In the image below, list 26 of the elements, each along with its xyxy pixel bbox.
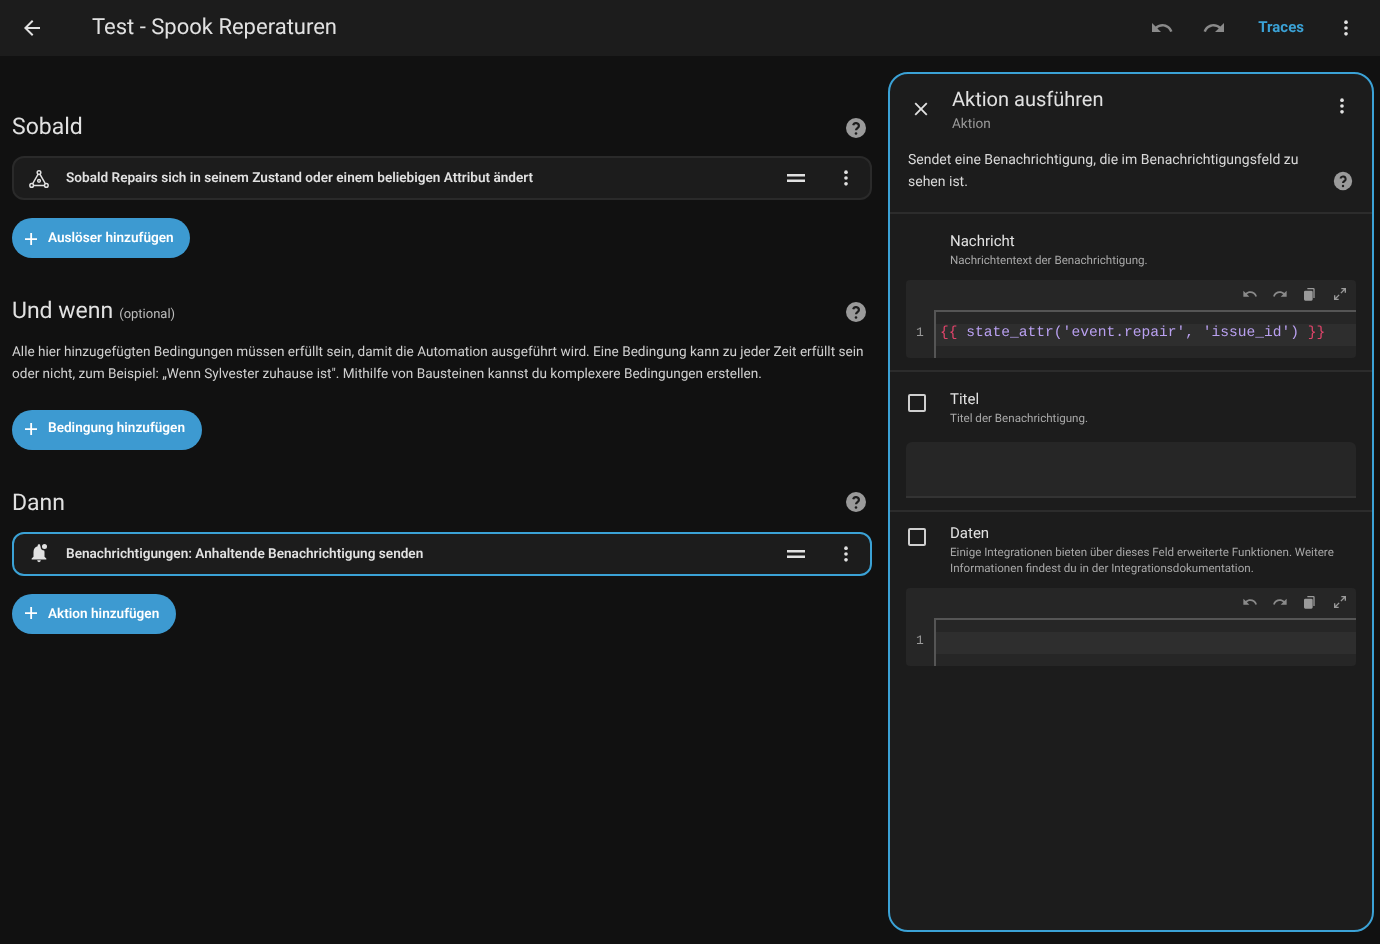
- copy-icon[interactable]: [1302, 286, 1318, 303]
- fullscreen-icon[interactable]: [1332, 594, 1348, 611]
- section-title: Dann: [12, 485, 66, 519]
- plus-icon: [22, 229, 40, 248]
- help-icon[interactable]: [844, 490, 868, 515]
- redo-icon[interactable]: [1272, 286, 1288, 303]
- help-icon[interactable]: [844, 299, 868, 324]
- back-icon[interactable]: [20, 16, 44, 40]
- page-title: Test - Spook Reperaturen: [92, 11, 340, 44]
- help-icon[interactable]: [1332, 170, 1354, 193]
- redo-icon[interactable]: [1272, 594, 1288, 611]
- copy-icon[interactable]: [1302, 594, 1318, 611]
- fullscreen-icon[interactable]: [1332, 286, 1348, 303]
- checkbox[interactable]: [908, 528, 926, 547]
- close-icon[interactable]: [910, 98, 932, 120]
- graph-icon: [28, 167, 50, 190]
- help-icon[interactable]: [844, 115, 868, 140]
- section-title: Sobald: [12, 110, 83, 144]
- checkbox[interactable]: [908, 394, 926, 413]
- plus-icon: [22, 604, 40, 623]
- section-title: Und wenn: [12, 294, 114, 329]
- plus-icon: [22, 420, 40, 438]
- bell-icon: [28, 542, 50, 565]
- undo-icon[interactable]: [1242, 594, 1258, 611]
- undo-icon[interactable]: [1242, 286, 1258, 303]
- panel-title: Aktion ausführen: [952, 88, 1106, 114]
